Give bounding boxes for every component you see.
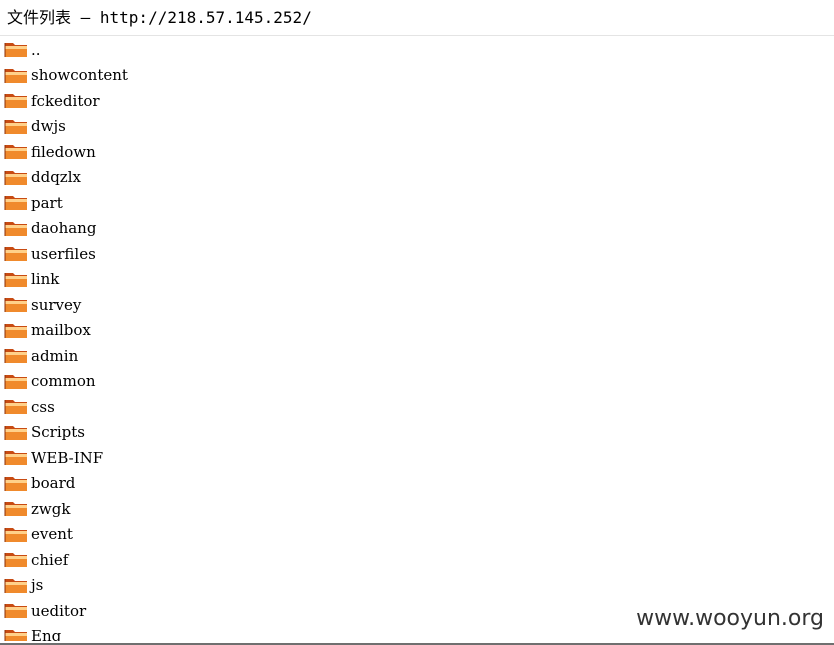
- file-name: showcontent: [31, 66, 128, 85]
- window-title-bar: 文件列表 — http://218.57.145.252/: [0, 0, 834, 36]
- folder-icon: [4, 41, 31, 58]
- file-name: css: [31, 397, 55, 416]
- folder-item[interactable]: WEB-INF: [0, 445, 834, 471]
- folder-item[interactable]: link: [0, 267, 834, 293]
- folder-icon: [4, 220, 31, 237]
- folder-item[interactable]: filedown: [0, 139, 834, 165]
- folder-icon: [4, 551, 31, 568]
- folder-item[interactable]: daohang: [0, 216, 834, 242]
- folder-icon: [4, 118, 31, 135]
- folder-item[interactable]: survey: [0, 292, 834, 318]
- folder-icon: [4, 347, 31, 364]
- folder-icon: [4, 271, 31, 288]
- watermark: www.wooyun.org: [636, 606, 824, 631]
- file-name: common: [31, 372, 96, 391]
- folder-icon: [4, 92, 31, 109]
- folder-item[interactable]: ddqzlx: [0, 165, 834, 191]
- file-name: event: [31, 525, 73, 544]
- folder-item[interactable]: css: [0, 394, 834, 420]
- file-name: fckeditor: [31, 91, 100, 110]
- file-name: daohang: [31, 219, 97, 238]
- folder-item[interactable]: js: [0, 573, 834, 599]
- file-name: ddqzlx: [31, 168, 81, 187]
- folder-icon: [4, 424, 31, 441]
- folder-item[interactable]: dwjs: [0, 114, 834, 140]
- window-title: 文件列表 — http://218.57.145.252/: [7, 8, 312, 27]
- folder-icon: [4, 296, 31, 313]
- file-name: WEB-INF: [31, 448, 104, 467]
- folder-icon: [4, 322, 31, 339]
- file-name: ..: [31, 40, 41, 59]
- folder-item[interactable]: showcontent: [0, 63, 834, 89]
- folder-item[interactable]: zwgk: [0, 496, 834, 522]
- folder-item[interactable]: admin: [0, 343, 834, 369]
- folder-item[interactable]: part: [0, 190, 834, 216]
- file-name: zwgk: [31, 499, 71, 518]
- folder-icon: [4, 475, 31, 492]
- folder-item[interactable]: userfiles: [0, 241, 834, 267]
- folder-icon: [4, 67, 31, 84]
- folder-icon: [4, 500, 31, 517]
- file-name: mailbox: [31, 321, 91, 340]
- file-name: board: [31, 474, 76, 493]
- file-name: ueditor: [31, 601, 87, 620]
- file-name: dwjs: [31, 117, 66, 136]
- file-name: link: [31, 270, 60, 289]
- folder-icon: [4, 169, 31, 186]
- file-list: .. showcontent fckeditor dwjs filedown d…: [0, 37, 834, 641]
- folder-icon: [4, 526, 31, 543]
- folder-icon: [4, 245, 31, 262]
- folder-item[interactable]: mailbox: [0, 318, 834, 344]
- file-name: Scripts: [31, 423, 85, 442]
- folder-item[interactable]: board: [0, 471, 834, 497]
- folder-icon: [4, 373, 31, 390]
- folder-icon: [4, 449, 31, 466]
- folder-item[interactable]: common: [0, 369, 834, 395]
- folder-item[interactable]: event: [0, 522, 834, 548]
- folder-icon: [4, 628, 31, 641]
- folder-item[interactable]: fckeditor: [0, 88, 834, 114]
- file-name: Eng: [31, 627, 62, 641]
- folder-icon: [4, 577, 31, 594]
- file-name: filedown: [31, 142, 96, 161]
- folder-icon: [4, 143, 31, 160]
- file-name: survey: [31, 295, 82, 314]
- file-name: js: [31, 576, 44, 595]
- folder-icon: [4, 602, 31, 619]
- folder-item[interactable]: chief: [0, 547, 834, 573]
- file-name: admin: [31, 346, 79, 365]
- file-name: chief: [31, 550, 69, 569]
- folder-icon: [4, 398, 31, 415]
- file-name: part: [31, 193, 63, 212]
- folder-item[interactable]: Scripts: [0, 420, 834, 446]
- file-name: userfiles: [31, 244, 96, 263]
- parent-directory-item[interactable]: ..: [0, 37, 834, 63]
- folder-icon: [4, 194, 31, 211]
